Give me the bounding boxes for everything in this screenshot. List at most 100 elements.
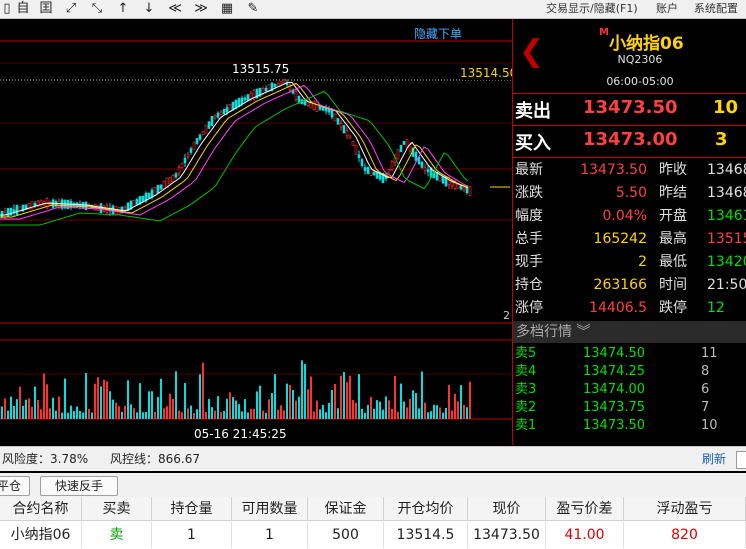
volume-bar — [172, 398, 174, 419]
depth-row[interactable]: 卖4 13474.25 8 — [513, 363, 746, 381]
candle-body — [450, 182, 454, 186]
candle-body — [462, 187, 466, 190]
stat-label: 涨跌 — [515, 185, 543, 201]
depth-row[interactable]: 卖5 13474.50 11 — [513, 345, 746, 363]
volume-bar — [295, 400, 297, 419]
volume-bar — [445, 407, 447, 419]
candle-body — [153, 186, 157, 196]
settings-menu[interactable]: 系统配置 — [694, 0, 738, 18]
account-menu[interactable]: 账户 — [656, 0, 678, 18]
chart-icon[interactable]: ▯ — [0, 0, 14, 18]
quick-reverse-button[interactable]: 快速反手 — [40, 476, 118, 496]
depth-row[interactable]: 卖3 13474.00 6 — [513, 381, 746, 399]
volume-bar — [91, 412, 93, 419]
rewind-icon[interactable]: ≪ — [166, 0, 184, 18]
volume-bar — [208, 398, 210, 419]
table-header-cell[interactable]: 浮动盈亏 — [624, 497, 746, 521]
zoom-in-icon[interactable]: ⤢ — [62, 0, 80, 18]
stat-label-2: 开盘 — [659, 208, 687, 224]
table-header-cell[interactable]: 合约名称 — [0, 497, 82, 521]
candle-body — [345, 130, 349, 136]
table-header-cell[interactable]: 保证金 — [308, 497, 384, 521]
candle-body — [294, 91, 298, 101]
zoom-out-icon[interactable]: ⤡ — [88, 0, 106, 18]
volume-bar — [421, 371, 423, 419]
volume-bar — [40, 409, 42, 419]
sell-price[interactable]: 13473.50 — [583, 97, 678, 118]
close-position-button[interactable]: 平仓 — [0, 476, 30, 496]
hide-order-link[interactable]: 隐藏下单 — [414, 25, 462, 42]
table-header-cell[interactable]: 盈亏价差 — [546, 497, 624, 521]
candle-body — [363, 167, 367, 171]
risk-control-line: 风控线：866.67 — [110, 452, 200, 466]
candle-body — [303, 100, 307, 106]
volume-bar — [394, 376, 396, 419]
depth-row[interactable]: 卖1 13473.50 10 — [513, 417, 746, 435]
candle-body — [420, 161, 424, 168]
volume-bar — [82, 412, 84, 419]
buy-label: 买入 — [515, 133, 551, 154]
depth-header[interactable]: 多档行情 ︾ — [513, 321, 746, 343]
sell-label: 卖出 — [515, 101, 551, 122]
table-header-cell[interactable]: 持仓量 — [152, 497, 232, 521]
volume-bar — [184, 382, 186, 419]
volume-bar — [70, 405, 72, 419]
toolbar: ▯ 自 囯 ⤢ ⤡ ↑ ↓ ≪ ≫ ▦ ✎ 交易显示/隐藏(F1) 账户 系统配… — [0, 0, 746, 19]
volume-bar — [151, 391, 153, 419]
table-cell: 卖 — [82, 522, 152, 548]
table-cell: 1 — [232, 522, 308, 548]
self-select-icon[interactable]: 自 — [14, 0, 32, 18]
candle-body — [339, 123, 343, 128]
down-arrow-icon[interactable]: ↓ — [140, 0, 158, 18]
volume-bar — [220, 412, 222, 419]
grid-icon[interactable]: ▦ — [218, 0, 236, 18]
volume-bar — [328, 402, 330, 419]
volume-bar — [367, 404, 369, 419]
table-header-cell[interactable]: 可用数量 — [232, 497, 308, 521]
candle-body — [261, 88, 265, 94]
volume-bar — [10, 396, 12, 419]
forward-icon[interactable]: ≫ — [192, 0, 210, 18]
depth-row[interactable]: 卖2 13473.75 7 — [513, 399, 746, 417]
volume-bar — [13, 405, 15, 419]
volume-bar — [241, 411, 243, 419]
volume-bar — [187, 408, 189, 419]
volume-bar — [439, 407, 441, 419]
candle-body — [324, 107, 328, 112]
kline-chart[interactable]: 隐藏下单 13515.75 13514.50 2 05-16 21:45:25 — [0, 19, 518, 445]
depth-volume: 11 — [701, 346, 718, 361]
volume-bar — [325, 412, 327, 419]
stat-value-2: 13420 — [707, 254, 746, 270]
candle-body — [264, 87, 268, 92]
volume-bar — [217, 396, 219, 419]
volume-bar — [115, 402, 117, 419]
volume-bar — [34, 386, 36, 419]
candle-body — [279, 81, 283, 85]
candle-body — [162, 180, 166, 190]
stat-value-2: 21:50 — [707, 277, 746, 293]
volume-bar — [310, 376, 312, 419]
draw-icon[interactable]: ✎ — [244, 0, 262, 18]
refresh-button[interactable]: 刷新 — [702, 447, 726, 471]
candle-body — [357, 154, 361, 158]
scroll-handle[interactable] — [736, 451, 746, 469]
up-arrow-icon[interactable]: ↑ — [114, 0, 132, 18]
table-header-cell[interactable]: 开仓均价 — [384, 497, 468, 521]
candle-body — [399, 144, 403, 153]
buy-price[interactable]: 13473.00 — [583, 129, 678, 150]
depth-label: 卖1 — [515, 418, 537, 433]
candle-body — [183, 157, 187, 164]
volume-bar — [145, 412, 147, 419]
candle-body — [387, 169, 391, 174]
trade-display-menu[interactable]: 交易显示/隐藏(F1) — [546, 0, 638, 18]
volume-bar — [463, 404, 465, 419]
table-header-cell[interactable]: 买卖 — [82, 497, 152, 521]
volume-bar — [157, 397, 159, 419]
stat-value-2: 13461 — [707, 208, 746, 224]
volume-bar — [193, 412, 195, 419]
compass-icon[interactable]: 囯 — [37, 0, 55, 18]
table-header-cell[interactable]: 现价 — [468, 497, 546, 521]
volume-bar — [205, 411, 207, 419]
chevron-down-icon[interactable]: ︾ — [576, 324, 590, 340]
volume-bar — [64, 378, 66, 419]
